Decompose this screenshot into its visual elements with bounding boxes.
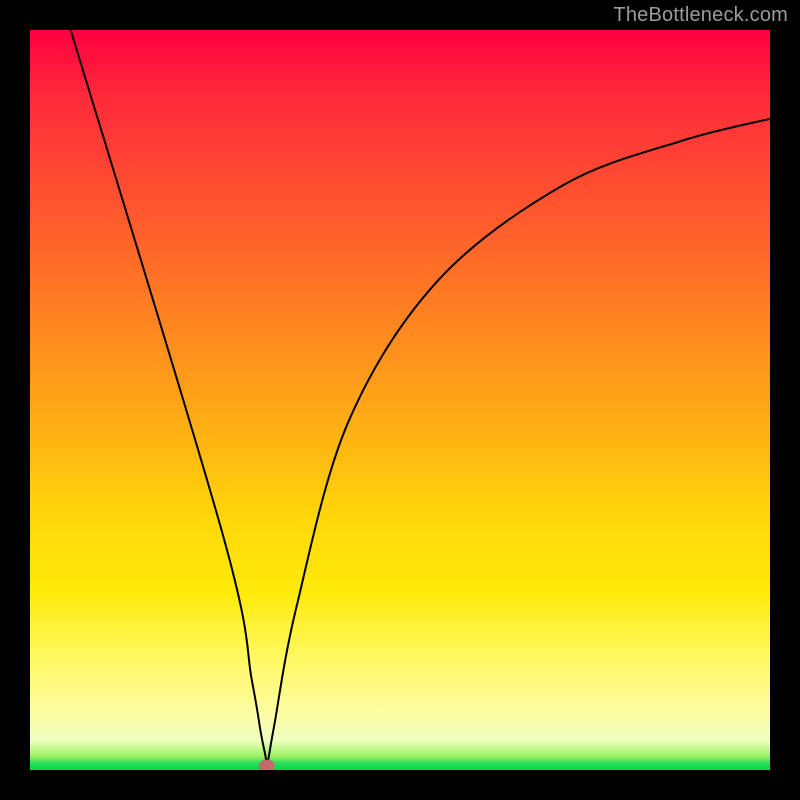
chart-svg [30,30,770,770]
min-marker [259,760,275,770]
chart-frame: TheBottleneck.com [0,0,800,800]
watermark-text: TheBottleneck.com [613,4,788,27]
bottleneck-curve [71,30,770,764]
plot-area [30,30,770,770]
